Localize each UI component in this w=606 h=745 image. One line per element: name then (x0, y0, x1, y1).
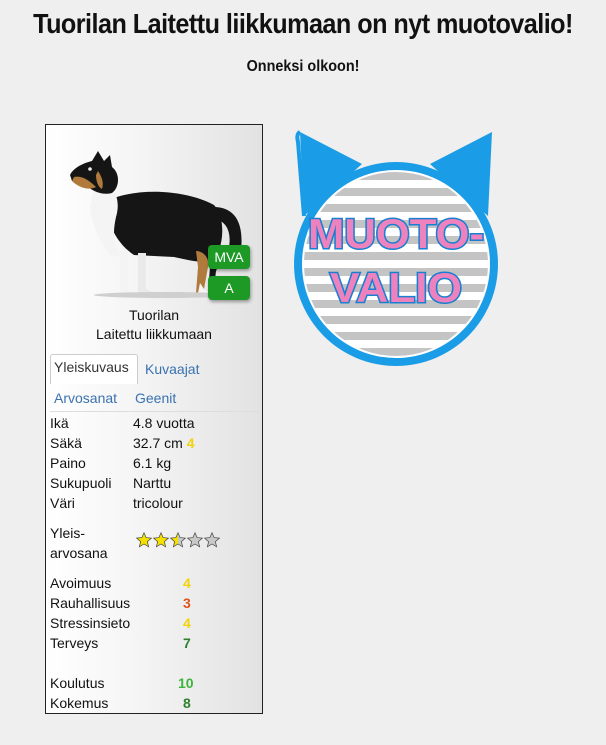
stat-value: 32.7 cm 4 (133, 435, 195, 451)
logo-text-line2: VALIO (330, 264, 462, 311)
dog-name-line2: Laitettu liikkumaan (96, 326, 212, 342)
tab-divider (50, 411, 260, 412)
page-title: Tuorilan Laitettu liikkumaan on nyt muot… (33, 8, 573, 39)
tab-arvosanat[interactable]: Arvosanat (51, 386, 120, 410)
trait-label: Stressinsieto (50, 615, 131, 631)
stat-label: Sukupuoli (50, 475, 112, 491)
training-score: 10 (178, 675, 194, 691)
muotovalio-logo: MUOTO- VALIO (294, 130, 498, 366)
trait-label: Avoimuus (50, 575, 112, 591)
stat-value: 6.1 kg (133, 455, 172, 471)
stat-label: Väri (50, 495, 75, 511)
trait-label: Terveys (50, 635, 99, 651)
trait-score: 3 (183, 595, 191, 611)
training-label: Koulutus (50, 675, 105, 691)
stat-label: Ikä (50, 415, 69, 431)
tab-geenit[interactable]: Geenit (132, 386, 179, 410)
trait-label: Rauhallisuus (50, 595, 131, 611)
stat-value: tricolour (133, 495, 183, 511)
empty-star-icon (204, 532, 220, 548)
trait-score: 7 (183, 635, 191, 651)
logo-text-line1: MUOTO- (308, 210, 484, 257)
training-score: 8 (183, 695, 191, 711)
trait-score: 4 (183, 615, 191, 631)
mva-badge: MVA (208, 245, 250, 269)
overall-label-2: arvosana (50, 545, 108, 561)
dog-name-line1: Tuorilan (128, 307, 180, 323)
page-subtitle: Onneksi olkoon! (246, 58, 360, 75)
training-label: Kokemus (50, 695, 109, 711)
height-score: 4 (186, 435, 195, 451)
trait-score: 4 (183, 575, 191, 591)
rating-stars (136, 532, 220, 548)
overall-label-1: Yleis- (50, 525, 86, 541)
tab-yleiskuvaus[interactable]: Yleiskuvaus (50, 354, 138, 384)
a-badge: A (208, 276, 250, 300)
star-icon (136, 532, 152, 548)
empty-star-icon (187, 532, 203, 548)
stat-label: Paino (50, 455, 86, 471)
tab-kuvaajat[interactable]: Kuvaajat (142, 357, 202, 381)
stat-label: Säkä (50, 435, 82, 451)
dog-card: MVA A Tuorilan Laitettu liikkumaan Yleis… (45, 124, 263, 714)
stat-value: 4.8 vuotta (133, 415, 195, 431)
height-value: 32.7 cm (133, 435, 183, 451)
half-star-icon (170, 532, 186, 548)
stat-value: Narttu (133, 475, 172, 491)
star-icon (153, 532, 169, 548)
